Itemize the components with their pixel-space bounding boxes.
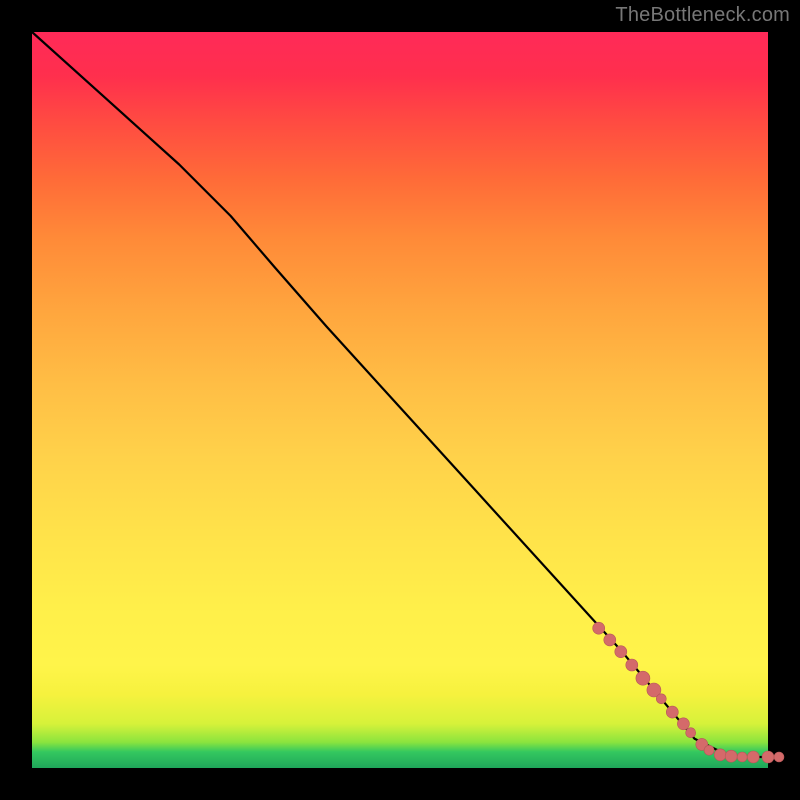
- data-point: [686, 728, 696, 738]
- chart-frame: TheBottleneck.com: [0, 0, 800, 800]
- data-point: [604, 634, 616, 646]
- data-point: [725, 750, 737, 762]
- plot-area: [32, 32, 768, 768]
- chart-svg: [32, 32, 768, 768]
- data-point: [747, 751, 759, 763]
- data-point: [615, 646, 627, 658]
- data-point: [737, 752, 747, 762]
- attribution-text: TheBottleneck.com: [615, 4, 790, 27]
- data-point: [636, 671, 650, 685]
- data-point: [677, 718, 689, 730]
- data-point: [704, 745, 714, 755]
- data-point: [593, 622, 605, 634]
- data-point: [762, 751, 774, 763]
- data-point: [626, 659, 638, 671]
- data-point: [666, 706, 678, 718]
- data-point: [774, 752, 784, 762]
- chart-markers: [593, 622, 784, 763]
- chart-curve: [32, 32, 768, 757]
- data-point: [656, 694, 666, 704]
- data-point: [714, 749, 726, 761]
